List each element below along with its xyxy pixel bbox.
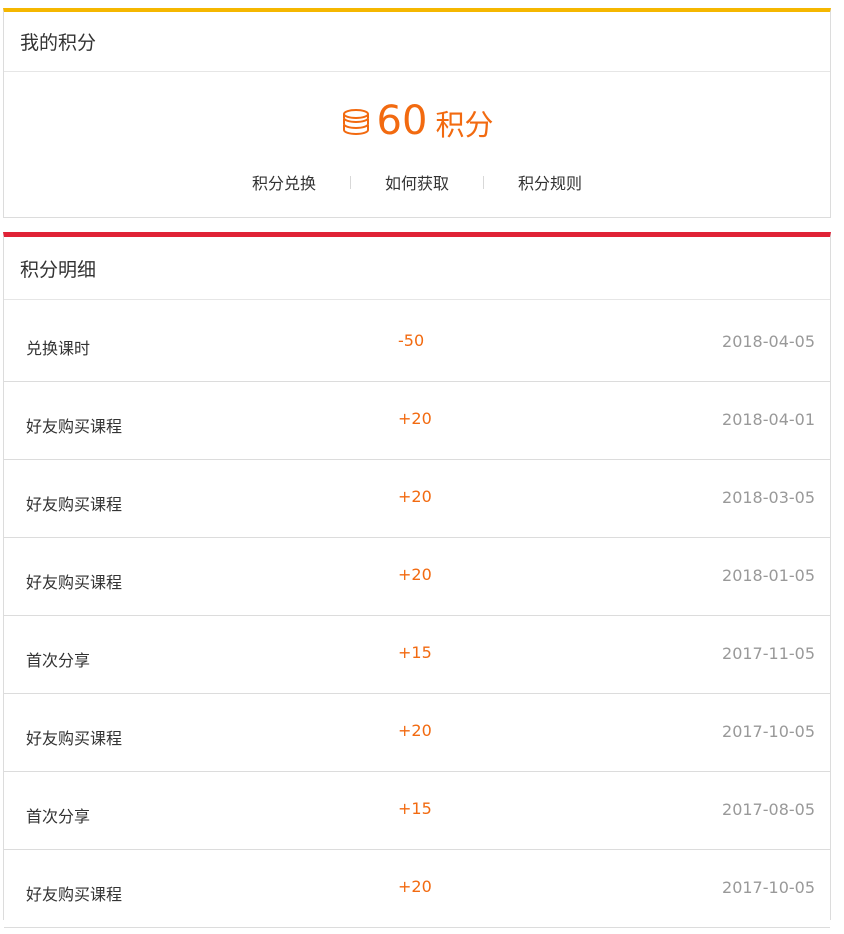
item-name: 好友购买课程 (26, 417, 123, 436)
points-unit: 积分 (435, 108, 494, 142)
item-date: 2018-03-05 (722, 488, 815, 507)
item-amount: -50 (398, 331, 425, 350)
item-date: 2018-04-01 (722, 410, 815, 429)
points-links: 积分兑换 如何获取 积分规则 (4, 170, 830, 194)
list-item: 好友购买课程 +20 2018-04-01 (4, 382, 830, 460)
item-amount: +20 (398, 877, 432, 896)
points-value: 60 (376, 98, 428, 144)
item-date: 2018-01-05 (722, 566, 815, 585)
item-amount: +20 (398, 721, 432, 740)
item-name: 首次分享 (26, 651, 91, 670)
item-amount: +15 (398, 643, 432, 662)
my-points-panel: 我的积分 60 积分 积分兑换 如何获取 积分规则 (3, 8, 831, 218)
item-amount: +15 (398, 799, 432, 818)
item-name: 好友购买课程 (26, 495, 123, 514)
item-date: 2017-10-05 (722, 722, 815, 741)
item-name: 兑换课时 (26, 339, 91, 358)
item-amount: +20 (398, 487, 432, 506)
item-name: 好友购买课程 (26, 573, 123, 592)
item-date: 2017-10-05 (722, 878, 815, 897)
points-detail-list: 兑换课时 -50 2018-04-05 好友购买课程 +20 2018-04-0… (4, 304, 830, 928)
list-item: 好友购买课程 +20 2018-03-05 (4, 460, 830, 538)
list-item: 好友购买课程 +20 2017-10-05 (4, 850, 830, 928)
item-date: 2018-04-05 (722, 332, 815, 351)
points-exchange-link[interactable]: 积分兑换 (218, 170, 350, 194)
how-to-earn-link[interactable]: 如何获取 (351, 170, 483, 194)
points-detail-title: 积分明细 (4, 237, 830, 300)
points-detail-panel: 积分明细 兑换课时 -50 2018-04-05 好友购买课程 +20 2018… (3, 232, 831, 928)
item-date: 2017-08-05 (722, 800, 815, 819)
my-points-title: 我的积分 (4, 12, 830, 72)
item-name: 好友购买课程 (26, 729, 123, 748)
item-amount: +20 (398, 409, 432, 428)
list-item: 好友购买课程 +20 2018-01-05 (4, 538, 830, 616)
list-item: 兑换课时 -50 2018-04-05 (4, 304, 830, 382)
item-name: 好友购买课程 (26, 885, 123, 904)
coin-stack-icon (342, 109, 369, 136)
list-item: 首次分享 +15 2017-11-05 (4, 616, 830, 694)
list-item: 首次分享 +15 2017-08-05 (4, 772, 830, 850)
list-item: 好友购买课程 +20 2017-10-05 (4, 694, 830, 772)
points-summary: 60 积分 (4, 98, 830, 144)
item-date: 2017-11-05 (722, 644, 815, 663)
points-rules-link[interactable]: 积分规则 (484, 170, 616, 194)
item-name: 首次分享 (26, 807, 91, 826)
item-amount: +20 (398, 565, 432, 584)
